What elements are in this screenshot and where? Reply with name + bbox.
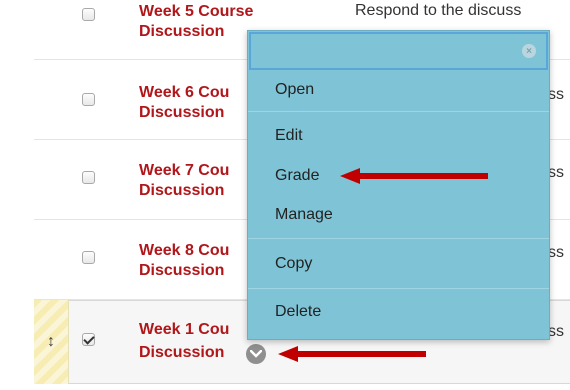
item-description: ss [548, 323, 564, 340]
menu-item-edit[interactable]: Edit [275, 127, 303, 145]
item-title-line2[interactable]: Discussion [139, 343, 224, 362]
row-checkbox[interactable] [82, 93, 95, 106]
menu-item-grade[interactable]: Grade [275, 167, 319, 185]
item-title-line2[interactable]: Discussion [139, 181, 224, 200]
item-description: Respond to the discuss [355, 2, 522, 19]
annotation-arrow-grade [340, 168, 488, 184]
drag-handle-icon[interactable]: ↕ [34, 300, 68, 384]
menu-item-copy[interactable]: Copy [275, 255, 312, 273]
menu-item-open[interactable]: Open [275, 81, 314, 99]
item-title-line2[interactable]: Discussion [139, 261, 224, 280]
item-title-line1[interactable]: Week 5 Course [139, 2, 253, 21]
item-title-line1[interactable]: Week 7 Cou [139, 161, 229, 180]
item-title-line2[interactable]: Discussion [139, 22, 224, 41]
menu-item-manage[interactable]: Manage [275, 206, 333, 224]
menu-search-box[interactable]: × [249, 32, 548, 70]
menu-separator [248, 238, 549, 239]
menu-search-input[interactable] [251, 34, 546, 68]
row-checkbox-checked[interactable] [82, 333, 95, 346]
row-checkbox[interactable] [82, 171, 95, 184]
menu-separator [248, 288, 549, 289]
item-title-line1[interactable]: Week 8 Cou [139, 241, 229, 260]
item-description: ss [548, 244, 564, 261]
item-title-line2[interactable]: Discussion [139, 103, 224, 122]
annotation-arrow-chevron [278, 346, 426, 362]
item-description: ss [548, 164, 564, 181]
item-description: ss [548, 86, 564, 103]
row-checkbox[interactable] [82, 8, 95, 21]
chevron-down-icon[interactable] [246, 344, 266, 364]
drag-strip[interactable]: ↕ [34, 300, 69, 384]
row-checkbox[interactable] [82, 251, 95, 264]
menu-item-delete[interactable]: Delete [275, 303, 321, 321]
item-title-line1[interactable]: Week 1 Cou [139, 320, 229, 339]
menu-separator [248, 111, 549, 112]
item-title-line1[interactable]: Week 6 Cou [139, 83, 229, 102]
clear-icon[interactable]: × [522, 44, 536, 58]
